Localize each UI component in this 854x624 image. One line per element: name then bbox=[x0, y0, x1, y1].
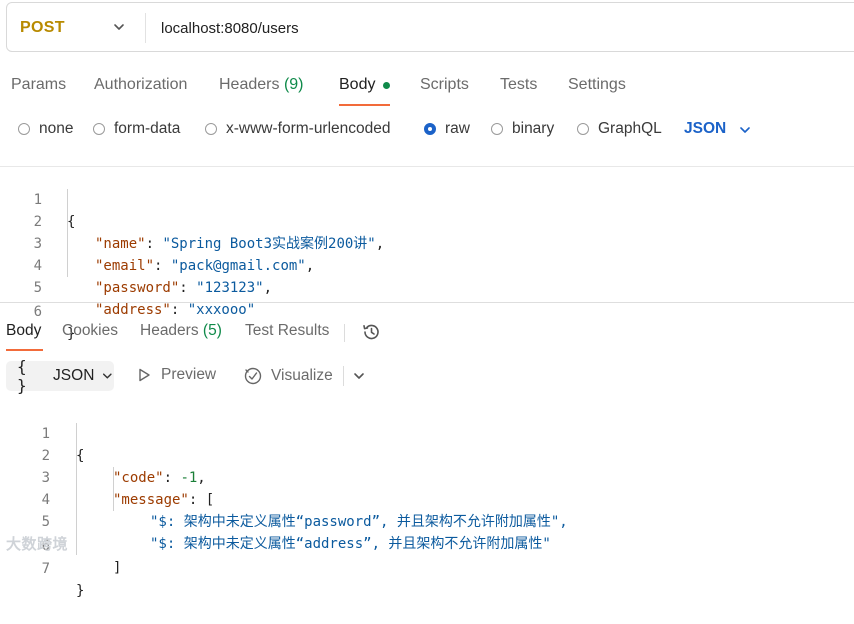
active-tab-underline bbox=[6, 349, 43, 351]
tab-scripts[interactable]: Scripts bbox=[420, 76, 469, 94]
pane-splitter[interactable] bbox=[0, 302, 854, 303]
code-line: 1 { bbox=[33, 192, 76, 230]
tab-divider bbox=[344, 324, 345, 342]
tab-settings[interactable]: Settings bbox=[568, 76, 626, 94]
radio-circle bbox=[577, 123, 589, 135]
response-body-viewer[interactable]: 1 { 2 "code": -1, 3 "message": [ 4 "$: 架… bbox=[0, 401, 854, 599]
visualize-icon bbox=[244, 367, 262, 385]
code-line: 4 "$: 架构中未定义属性“password”, 并且架构不允许附加属性", bbox=[41, 492, 568, 530]
radio-x-www-form-urlencoded[interactable]: x-www-form-urlencoded bbox=[205, 120, 391, 138]
code-line: 6 } bbox=[33, 304, 76, 342]
response-tab-cookies[interactable]: Cookies bbox=[62, 322, 118, 340]
response-headers-count: (5) bbox=[202, 322, 222, 339]
preview-button[interactable]: Preview bbox=[136, 366, 216, 384]
tab-authorization[interactable]: Authorization bbox=[94, 76, 187, 94]
code-line: 3 "message": [ bbox=[41, 470, 215, 508]
body-type-options: none form-data x-www-form-urlencoded raw… bbox=[0, 120, 854, 142]
url-input[interactable]: localhost:8080/users bbox=[161, 20, 299, 37]
tab-params[interactable]: Params bbox=[11, 76, 66, 94]
play-icon bbox=[139, 368, 150, 382]
response-tab-headers[interactable]: Headers (5) bbox=[140, 322, 222, 340]
history-icon[interactable] bbox=[360, 321, 382, 343]
chevron-down-icon[interactable] bbox=[111, 19, 127, 35]
response-format-select[interactable]: { } JSON bbox=[6, 357, 114, 395]
body-modified-dot bbox=[383, 82, 390, 89]
code-line: 4 "password": "123123", bbox=[33, 258, 273, 296]
code-line: 2 "code": -1, bbox=[41, 448, 206, 486]
url-divider bbox=[145, 13, 146, 43]
radio-circle-selected bbox=[424, 123, 436, 135]
radio-circle bbox=[93, 123, 105, 135]
chevron-down-icon[interactable] bbox=[738, 123, 752, 137]
radio-binary[interactable]: binary bbox=[491, 120, 554, 138]
http-method-select[interactable]: POST bbox=[20, 19, 65, 37]
radio-raw[interactable]: raw bbox=[424, 120, 470, 138]
code-line: 5 "$: 架构中未定义属性“address”, 并且架构不允许附加属性" bbox=[41, 514, 551, 552]
code-line: 6 ] bbox=[41, 538, 122, 576]
radio-graphql[interactable]: GraphQL bbox=[577, 120, 662, 138]
response-tab-body[interactable]: Body bbox=[6, 322, 41, 340]
code-line: 7 } bbox=[41, 561, 85, 599]
code-line: 1 { bbox=[41, 426, 85, 464]
braces-icon: { } bbox=[17, 357, 27, 395]
visualize-button[interactable]: Visualize bbox=[243, 366, 333, 386]
body-format-select[interactable]: JSON bbox=[684, 120, 726, 138]
tab-body[interactable]: Body bbox=[339, 76, 375, 94]
radio-circle bbox=[491, 123, 503, 135]
code-line: 2 "name": "Spring Boot3实战案例200讲", bbox=[33, 214, 385, 252]
radio-circle bbox=[18, 123, 30, 135]
radio-circle bbox=[205, 123, 217, 135]
headers-count: (9) bbox=[283, 76, 304, 93]
radio-none[interactable]: none bbox=[18, 120, 73, 138]
active-tab-underline bbox=[339, 104, 390, 106]
chevron-down-icon[interactable] bbox=[352, 369, 366, 383]
code-line: 3 "email": "pack@gmail.com", bbox=[33, 236, 315, 274]
request-url-bar: POST localhost:8080/users bbox=[6, 2, 854, 52]
tab-headers[interactable]: Headers (9) bbox=[219, 76, 304, 94]
toolbar-divider bbox=[343, 366, 344, 386]
request-body-editor[interactable]: 1 { 2 "name": "Spring Boot3实战案例200讲", 3 … bbox=[0, 167, 854, 342]
watermark: 大数跨境 bbox=[6, 536, 69, 553]
radio-form-data[interactable]: form-data bbox=[93, 120, 180, 138]
request-tabs: Params Authorization Headers (9) Body Sc… bbox=[0, 76, 854, 106]
code-line: 5 "address": "xxxooo" bbox=[33, 280, 256, 318]
response-tabs: Body Cookies Headers (5) Test Results bbox=[0, 321, 854, 351]
chevron-down-icon bbox=[103, 373, 113, 379]
response-tab-test-results[interactable]: Test Results bbox=[245, 322, 329, 340]
tab-tests[interactable]: Tests bbox=[500, 76, 537, 94]
